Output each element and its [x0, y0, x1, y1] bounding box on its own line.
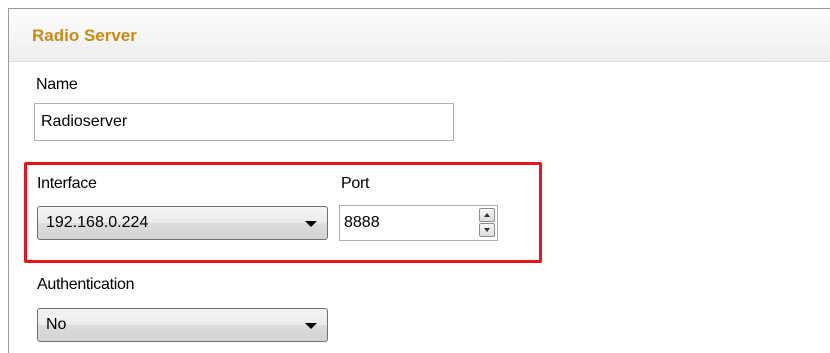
port-stepper[interactable]: 8888	[339, 205, 498, 241]
authentication-label: Authentication	[37, 276, 135, 293]
spin-up-button[interactable]	[479, 208, 495, 222]
port-value: 8888	[344, 214, 380, 231]
interface-dropdown[interactable]: 192.168.0.224	[37, 206, 328, 240]
panel-title: Radio Server	[32, 26, 137, 45]
interface-label: Interface	[37, 175, 97, 192]
interface-selected-value: 192.168.0.224	[46, 214, 149, 231]
authentication-dropdown[interactable]: No	[37, 308, 328, 342]
port-stepper-buttons	[479, 208, 495, 238]
chevron-down-icon	[305, 221, 317, 227]
authentication-selected-value: No	[46, 316, 67, 333]
spin-up-icon	[484, 213, 490, 217]
spin-down-button[interactable]	[479, 223, 495, 237]
chevron-down-icon	[305, 323, 317, 329]
name-input[interactable]: Radioserver	[34, 103, 454, 141]
port-label: Port	[341, 175, 370, 192]
name-label: Name	[36, 76, 78, 93]
panel-header: Radio Server	[9, 9, 830, 62]
spin-down-icon	[484, 228, 490, 232]
